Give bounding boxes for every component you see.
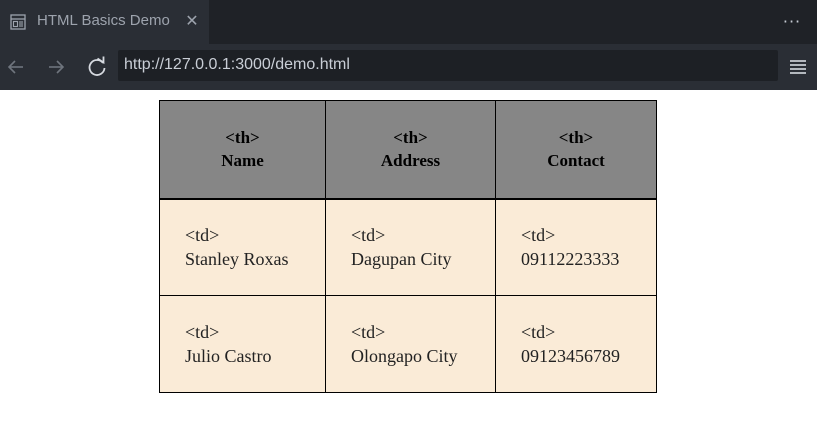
cell-value: Stanley Roxas (185, 249, 289, 270)
page-icon (10, 14, 26, 30)
header-cell-contact: <th> Contact (495, 100, 657, 200)
contacts-table: <th> Name <th> Address <th> Contact <td>… (159, 100, 657, 393)
th-tag-label: <th> (393, 128, 428, 148)
tab-title: HTML Basics Demo (37, 12, 170, 29)
header-label: Name (221, 151, 264, 171)
hamburger-menu-icon[interactable] (786, 55, 810, 79)
tab-bar: HTML Basics Demo ✕ ··· (0, 0, 817, 44)
cell-value: 09112223333 (521, 249, 620, 270)
close-icon[interactable]: ✕ (184, 11, 200, 31)
tab-html-basics-demo[interactable]: HTML Basics Demo ✕ (0, 0, 209, 44)
table-cell: <td> 09112223333 (495, 198, 657, 296)
forward-arrow-icon[interactable] (42, 53, 70, 81)
address-bar[interactable]: http://127.0.0.1:3000/demo.html (118, 50, 778, 81)
table-cell: <td> Julio Castro (159, 295, 326, 393)
td-tag-label: <td> (521, 225, 556, 246)
td-tag-label: <td> (521, 322, 556, 342)
back-arrow-icon[interactable] (2, 53, 30, 81)
more-options-icon[interactable]: ··· (778, 10, 806, 34)
table-cell: <td> Stanley Roxas (159, 198, 326, 296)
td-tag-label: <td> (185, 225, 220, 246)
table-header-row: <th> Name <th> Address <th> Contact (159, 100, 657, 200)
td-tag-label: <td> (351, 322, 386, 342)
header-label: Contact (547, 151, 605, 171)
cell-value: Olongapo City (351, 346, 458, 366)
header-cell-name: <th> Name (159, 100, 326, 200)
th-tag-label: <th> (225, 128, 260, 148)
header-label: Address (380, 151, 441, 171)
url-text: http://127.0.0.1:3000/demo.html (124, 56, 350, 73)
table-cell: <td> Olongapo City (325, 295, 496, 393)
cell-value: Julio Castro (185, 346, 272, 366)
table-cell: <td> 09123456789 (495, 295, 657, 393)
cell-value: Dagupan City (351, 249, 452, 270)
table-row: <td> Stanley Roxas <td> Dagupan City <td… (159, 198, 657, 296)
reload-icon[interactable] (83, 53, 111, 81)
cell-value: 09123456789 (521, 346, 620, 366)
table-row: <td> Julio Castro <td> Olongapo City <td… (159, 295, 657, 393)
header-cell-address: <th> Address (325, 100, 496, 200)
td-tag-label: <td> (185, 322, 220, 342)
navigation-toolbar: http://127.0.0.1:3000/demo.html (0, 44, 817, 90)
page-content: <th> Name <th> Address <th> Contact <td>… (0, 90, 817, 432)
table-cell: <td> Dagupan City (325, 198, 496, 296)
th-tag-label: <th> (558, 128, 594, 148)
td-tag-label: <td> (351, 225, 386, 246)
